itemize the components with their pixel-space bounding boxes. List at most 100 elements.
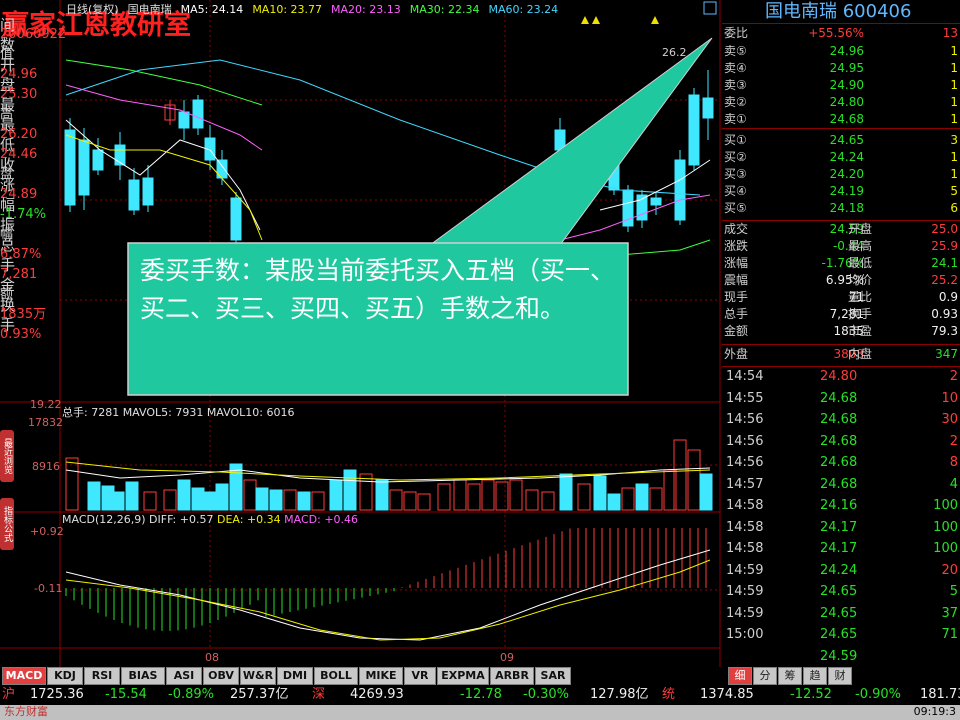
tick-row: 14:58 24.16 100 (722, 499, 960, 520)
candle-body (674, 159, 686, 221)
stat-label-2: 开盘 (848, 222, 873, 236)
chart-period-label[interactable]: 日线(复权) (66, 3, 119, 16)
ask-row: 卖② 24.80 1 (722, 96, 960, 111)
tick-volume: 100 (933, 498, 958, 513)
quote-tab[interactable]: 筹 (778, 667, 802, 685)
tick-volume: 30 (941, 412, 958, 427)
indicator-tab-arbr[interactable]: ARBR (490, 667, 534, 685)
quote-tab[interactable]: 细 (728, 667, 752, 685)
volume-bar (375, 479, 389, 511)
tick-volume: 8 (949, 455, 958, 470)
index-ticker-item: -15.54 (105, 687, 147, 702)
indicator-tab-macd[interactable]: MACD (2, 667, 46, 685)
tick-price: 24.17 (820, 519, 858, 535)
index-ticker-item: -12.78 (460, 687, 502, 702)
ask-row: 卖⑤ 24.96 1 (722, 45, 960, 60)
volume-bar (525, 489, 539, 511)
bid-label: 买⑤ (724, 201, 747, 215)
status-bar: 东方财富 09:19:3 (0, 705, 960, 720)
index-ticker-item: -0.30% (523, 687, 569, 702)
ma-legend: 日线(复权) 国电南瑞 MA5: 24.14 MA10: 23.77 MA20: 23.… (66, 4, 567, 15)
tick-price: 24.68 (820, 412, 858, 427)
candle-body (142, 177, 154, 206)
tick-price: 24.24 (820, 562, 858, 578)
index-ticker-item: 257.37亿 (230, 687, 289, 702)
indicator-tab-sar[interactable]: SAR (535, 667, 571, 685)
ask-volume: 1 (950, 44, 958, 58)
volume-bar (359, 473, 373, 511)
volume-bar (191, 487, 205, 511)
tick-row: 14:56 24.68 8 (722, 456, 960, 477)
volume-bar (559, 473, 573, 511)
quote-tab[interactable]: 财 (828, 667, 852, 685)
stat-value-2: 25.2 (931, 273, 958, 287)
volume-bar (417, 493, 431, 511)
indicator-tab-boll[interactable]: BOLL (314, 667, 358, 685)
indicator-tab-rsi[interactable]: RSI (84, 667, 120, 685)
ask-price: 24.96 (829, 44, 864, 58)
tick-time: 14:59 (726, 562, 764, 578)
tick-volume: 100 (933, 541, 958, 556)
indicator-tab-mike[interactable]: MIKE (359, 667, 403, 685)
indicator-tab-bias[interactable]: BIAS (121, 667, 165, 685)
volume-bar (143, 491, 157, 511)
candle-body (192, 99, 204, 129)
signal-marker (592, 16, 600, 24)
stat-value-2: 25.9 (931, 239, 958, 253)
bid-price: 24.20 (829, 167, 864, 181)
volume-bar (163, 489, 177, 511)
bid-price: 24.65 (829, 133, 864, 147)
indicator-tab-vr[interactable]: VR (404, 667, 436, 685)
tick-volume: 2 (949, 369, 958, 384)
ask-label: 卖⑤ (724, 44, 747, 58)
tick-row: 14:58 24.17 100 (722, 521, 960, 542)
tick-volume: 71 (941, 627, 958, 642)
indicator-tab-kdj[interactable]: KDJ (47, 667, 83, 685)
volume-bar (403, 491, 417, 511)
volume-bar (649, 487, 663, 511)
indicator-tab-obv[interactable]: OBV (203, 667, 239, 685)
panel-divider (722, 366, 960, 367)
quote-tab[interactable]: 趋 (803, 667, 827, 685)
volume-bar (593, 475, 607, 511)
quote-panel: 委比 +55.56% 13 卖⑤ 24.96 1 卖④ 24.95 1 卖③ 24.90 1 卖② 24.… (722, 0, 960, 672)
signal-marker (581, 16, 589, 24)
bid-row: 买⑤ 24.18 6 (722, 202, 960, 217)
panel-divider (722, 23, 960, 24)
callout-text: 委买手数：某股当前委托买入五档（买一、买二、买三、买四、买五）手数之和。 (140, 256, 616, 323)
volume-bar (687, 449, 701, 511)
volume-bar (177, 479, 191, 511)
indicator-tab-asi[interactable]: ASI (166, 667, 202, 685)
indicator-tab-dmi[interactable]: DMI (277, 667, 313, 685)
bid-volume: 6 (950, 201, 958, 215)
chart-toggle-box (703, 1, 717, 15)
bid-label: 买④ (724, 184, 747, 198)
tick-time: 14:55 (726, 390, 764, 406)
index-ticker-item: 统 (662, 687, 676, 702)
tick-time: 14:57 (726, 476, 764, 492)
inner-value: 347 (935, 347, 958, 361)
volume-bar (495, 481, 509, 511)
mavol10-line (65, 461, 711, 481)
indicator-tab-expma[interactable]: EXPMA (437, 667, 489, 685)
tick-row: 14:56 24.68 2 (722, 435, 960, 456)
macd-diff-line (65, 549, 711, 641)
stat-row: 现手 71 量比 0.9 (722, 291, 960, 306)
tick-row: 14:54 24.80 2 (722, 370, 960, 391)
quote-tab[interactable]: 分 (753, 667, 777, 685)
candle-body (650, 197, 662, 206)
tick-price: 24.80 (820, 369, 858, 384)
volume-bar (467, 483, 481, 511)
signal-marker (651, 16, 659, 24)
left-panel-value: 0.93% (0, 327, 42, 342)
tick-row: 14:59 24.65 37 (722, 607, 960, 628)
volume-bar (215, 483, 229, 511)
outer-inner-row: 外盘 3808 内盘 347 (722, 348, 960, 363)
tick-volume: 100 (933, 519, 958, 535)
macd-diff-label: DIFF: +0.57 (149, 513, 214, 526)
indicator-tab-wr[interactable]: W&R (240, 667, 276, 685)
candle-body (128, 179, 140, 211)
index-ticker-item: 沪 (2, 687, 16, 702)
tick-time: 14:56 (726, 455, 764, 470)
stat-label-2: 最低 (848, 256, 873, 270)
